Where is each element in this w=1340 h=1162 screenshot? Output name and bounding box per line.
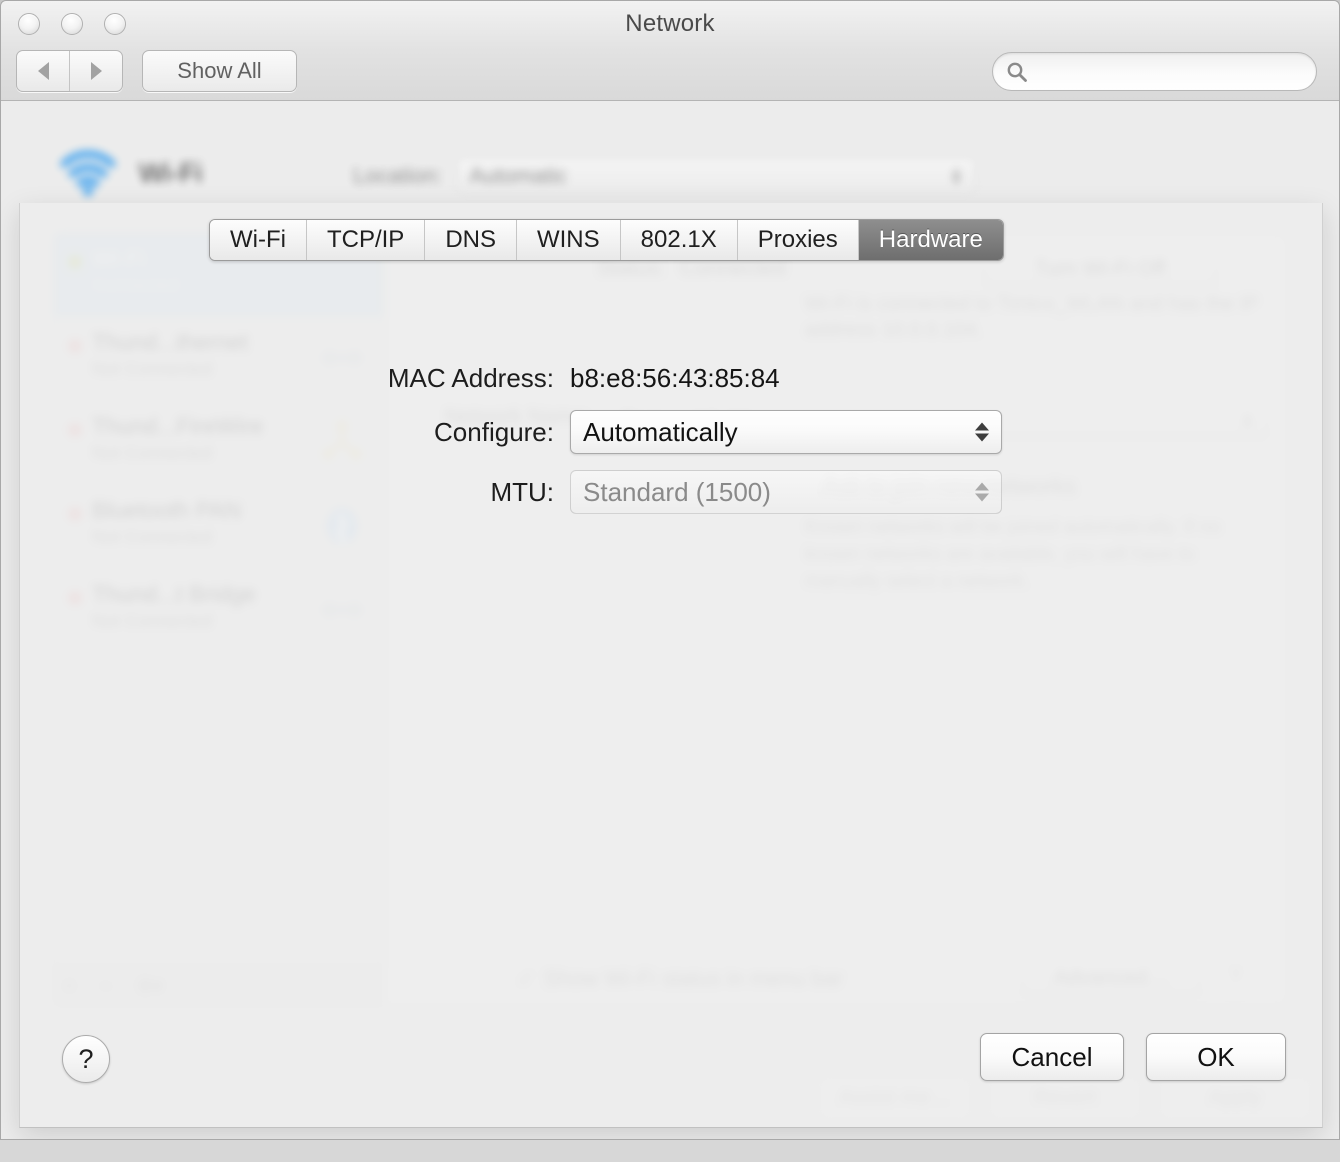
mac-address-row: MAC Address: b8:e8:56:43:85:84 bbox=[20, 363, 1322, 394]
cancel-label: Cancel bbox=[1011, 1041, 1093, 1072]
configure-label: Configure: bbox=[434, 416, 554, 447]
mtu-value: Standard (1500) bbox=[583, 476, 771, 507]
stepper-icon: ▲▼ bbox=[949, 162, 964, 188]
tab-proxies[interactable]: Proxies bbox=[737, 220, 859, 260]
forward-button[interactable] bbox=[69, 51, 122, 91]
search-field[interactable] bbox=[992, 52, 1317, 91]
network-preferences-window: Network Show All Wi-Fi Location: Automat… bbox=[0, 0, 1340, 1140]
hardware-settings-sheet: MAC Address: b8:e8:56:43:85:84 Configure… bbox=[19, 203, 1323, 1128]
tab-label: WINS bbox=[536, 226, 600, 253]
configure-row: Configure: Automatically bbox=[20, 410, 1322, 454]
sheet-action-buttons: Cancel OK bbox=[980, 1033, 1286, 1081]
ok-button[interactable]: OK bbox=[1146, 1033, 1286, 1081]
sheet-tab-bar[interactable]: Wi-Fi TCP/IP DNS WINS 802.1X Proxies Har… bbox=[209, 219, 1004, 261]
desktop-strip bbox=[0, 1140, 1340, 1162]
tab-label: Wi-Fi bbox=[230, 226, 286, 253]
mtu-label: MTU: bbox=[490, 476, 554, 507]
back-arrow-icon bbox=[37, 62, 49, 80]
window-title: Network bbox=[625, 10, 715, 37]
cancel-button[interactable]: Cancel bbox=[980, 1033, 1124, 1081]
sheet-footer: ? Cancel OK bbox=[20, 1013, 1322, 1127]
tab-hardware[interactable]: Hardware bbox=[858, 220, 1003, 260]
tab-label: TCP/IP bbox=[326, 226, 405, 253]
search-input[interactable] bbox=[1034, 60, 1316, 83]
location-label: Location: bbox=[353, 162, 443, 188]
window-titlebar: Network Show All bbox=[1, 1, 1339, 101]
stepper-icon bbox=[975, 482, 989, 502]
tab-label: Hardware bbox=[878, 226, 983, 253]
location-value: Automatic bbox=[469, 162, 568, 188]
hardware-form: MAC Address: b8:e8:56:43:85:84 Configure… bbox=[20, 363, 1322, 530]
service-name: Wi-Fi bbox=[139, 157, 202, 188]
wifi-icon bbox=[60, 150, 116, 196]
tab-label: DNS bbox=[445, 226, 496, 253]
preferences-pane: Wi-Fi Location: Automatic ▲▼ Wi-Fi Conne… bbox=[1, 102, 1339, 1139]
tab-wins[interactable]: WINS bbox=[516, 220, 621, 260]
back-button[interactable] bbox=[17, 51, 69, 91]
help-label: ? bbox=[78, 1043, 94, 1074]
stepper-icon bbox=[975, 422, 989, 442]
show-all-label: Show All bbox=[177, 58, 262, 83]
configure-popup[interactable]: Automatically bbox=[570, 410, 1002, 454]
tab-dns[interactable]: DNS bbox=[425, 220, 517, 260]
forward-arrow-icon bbox=[90, 62, 102, 80]
help-button[interactable]: ? bbox=[62, 1035, 110, 1083]
mac-address-value: b8:e8:56:43:85:84 bbox=[570, 363, 780, 393]
ok-label: OK bbox=[1197, 1041, 1235, 1072]
show-all-button[interactable]: Show All bbox=[142, 50, 297, 92]
service-header: Wi-Fi bbox=[59, 147, 202, 199]
location-popup[interactable]: Automatic ▲ ▼ bbox=[456, 157, 977, 194]
tab-wifi[interactable]: Wi-Fi bbox=[210, 220, 307, 260]
mtu-popup: Standard (1500) bbox=[570, 470, 1002, 514]
search-icon bbox=[1007, 62, 1027, 82]
mtu-row: MTU: Standard (1500) bbox=[20, 470, 1322, 514]
navigation-buttons[interactable] bbox=[16, 50, 123, 92]
tab-label: Proxies bbox=[757, 226, 838, 253]
tab-label: 802.1X bbox=[640, 226, 717, 253]
configure-value: Automatically bbox=[583, 416, 738, 447]
location-row: Location: Automatic ▲ ▼ bbox=[353, 157, 977, 194]
mac-address-label: MAC Address: bbox=[387, 363, 554, 393]
tab-8021x[interactable]: 802.1X bbox=[620, 220, 738, 260]
tab-tcpip[interactable]: TCP/IP bbox=[306, 220, 426, 260]
